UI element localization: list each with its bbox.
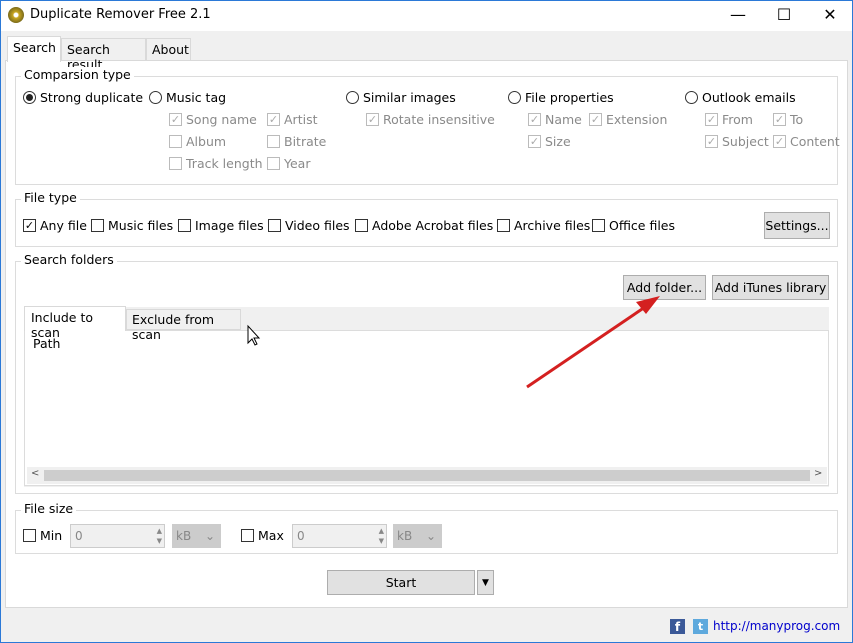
- annotation-arrow: [247, 296, 660, 389]
- mouse-cursor-icon: [247, 324, 261, 346]
- arrow-line: [526, 303, 649, 389]
